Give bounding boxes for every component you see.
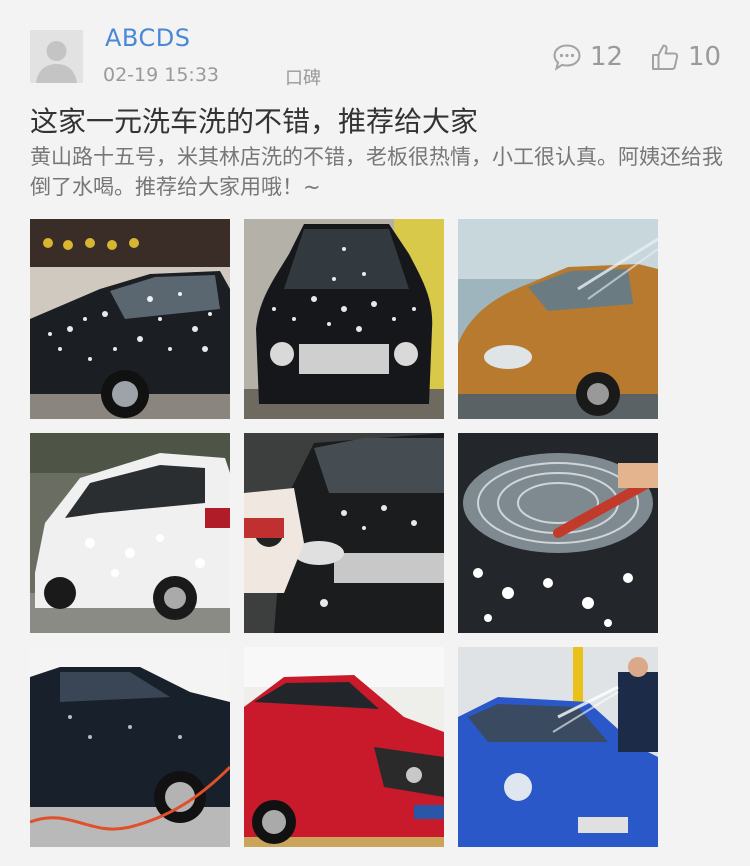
comments-count: 12 xyxy=(590,42,624,72)
post-body: 黄山路十五号，米其林店洗的不错，老板很热情，小工很认真。阿姨还给我倒了水喝。推荐… xyxy=(30,145,723,199)
likes-count: 10 xyxy=(688,42,722,72)
post-category-tag[interactable]: 口碑 xyxy=(285,64,321,90)
post-title: 这家一元洗车洗的不错，推荐给大家 xyxy=(30,105,479,138)
thumbs-up-icon xyxy=(650,42,680,72)
photo-thumbnail[interactable] xyxy=(458,219,658,419)
photo-thumbnail[interactable] xyxy=(30,219,230,419)
post-timestamp: 02-19 15:33 xyxy=(103,64,220,86)
default-avatar-icon xyxy=(30,30,83,83)
photo-thumbnail[interactable] xyxy=(30,433,230,633)
comment-bubble-icon xyxy=(552,43,582,71)
photo-thumbnail[interactable] xyxy=(244,433,444,633)
photo-thumbnail[interactable] xyxy=(244,219,444,419)
username-link[interactable]: ABCDS xyxy=(105,24,190,52)
photo-grid xyxy=(30,219,658,847)
photo-thumbnail[interactable] xyxy=(458,647,658,847)
avatar[interactable] xyxy=(30,30,83,83)
comments-button[interactable]: 12 xyxy=(552,40,623,74)
photo-thumbnail[interactable] xyxy=(244,647,444,847)
photo-thumbnail[interactable] xyxy=(30,647,230,847)
photo-thumbnail[interactable] xyxy=(458,433,658,633)
like-button[interactable]: 10 xyxy=(650,40,721,74)
